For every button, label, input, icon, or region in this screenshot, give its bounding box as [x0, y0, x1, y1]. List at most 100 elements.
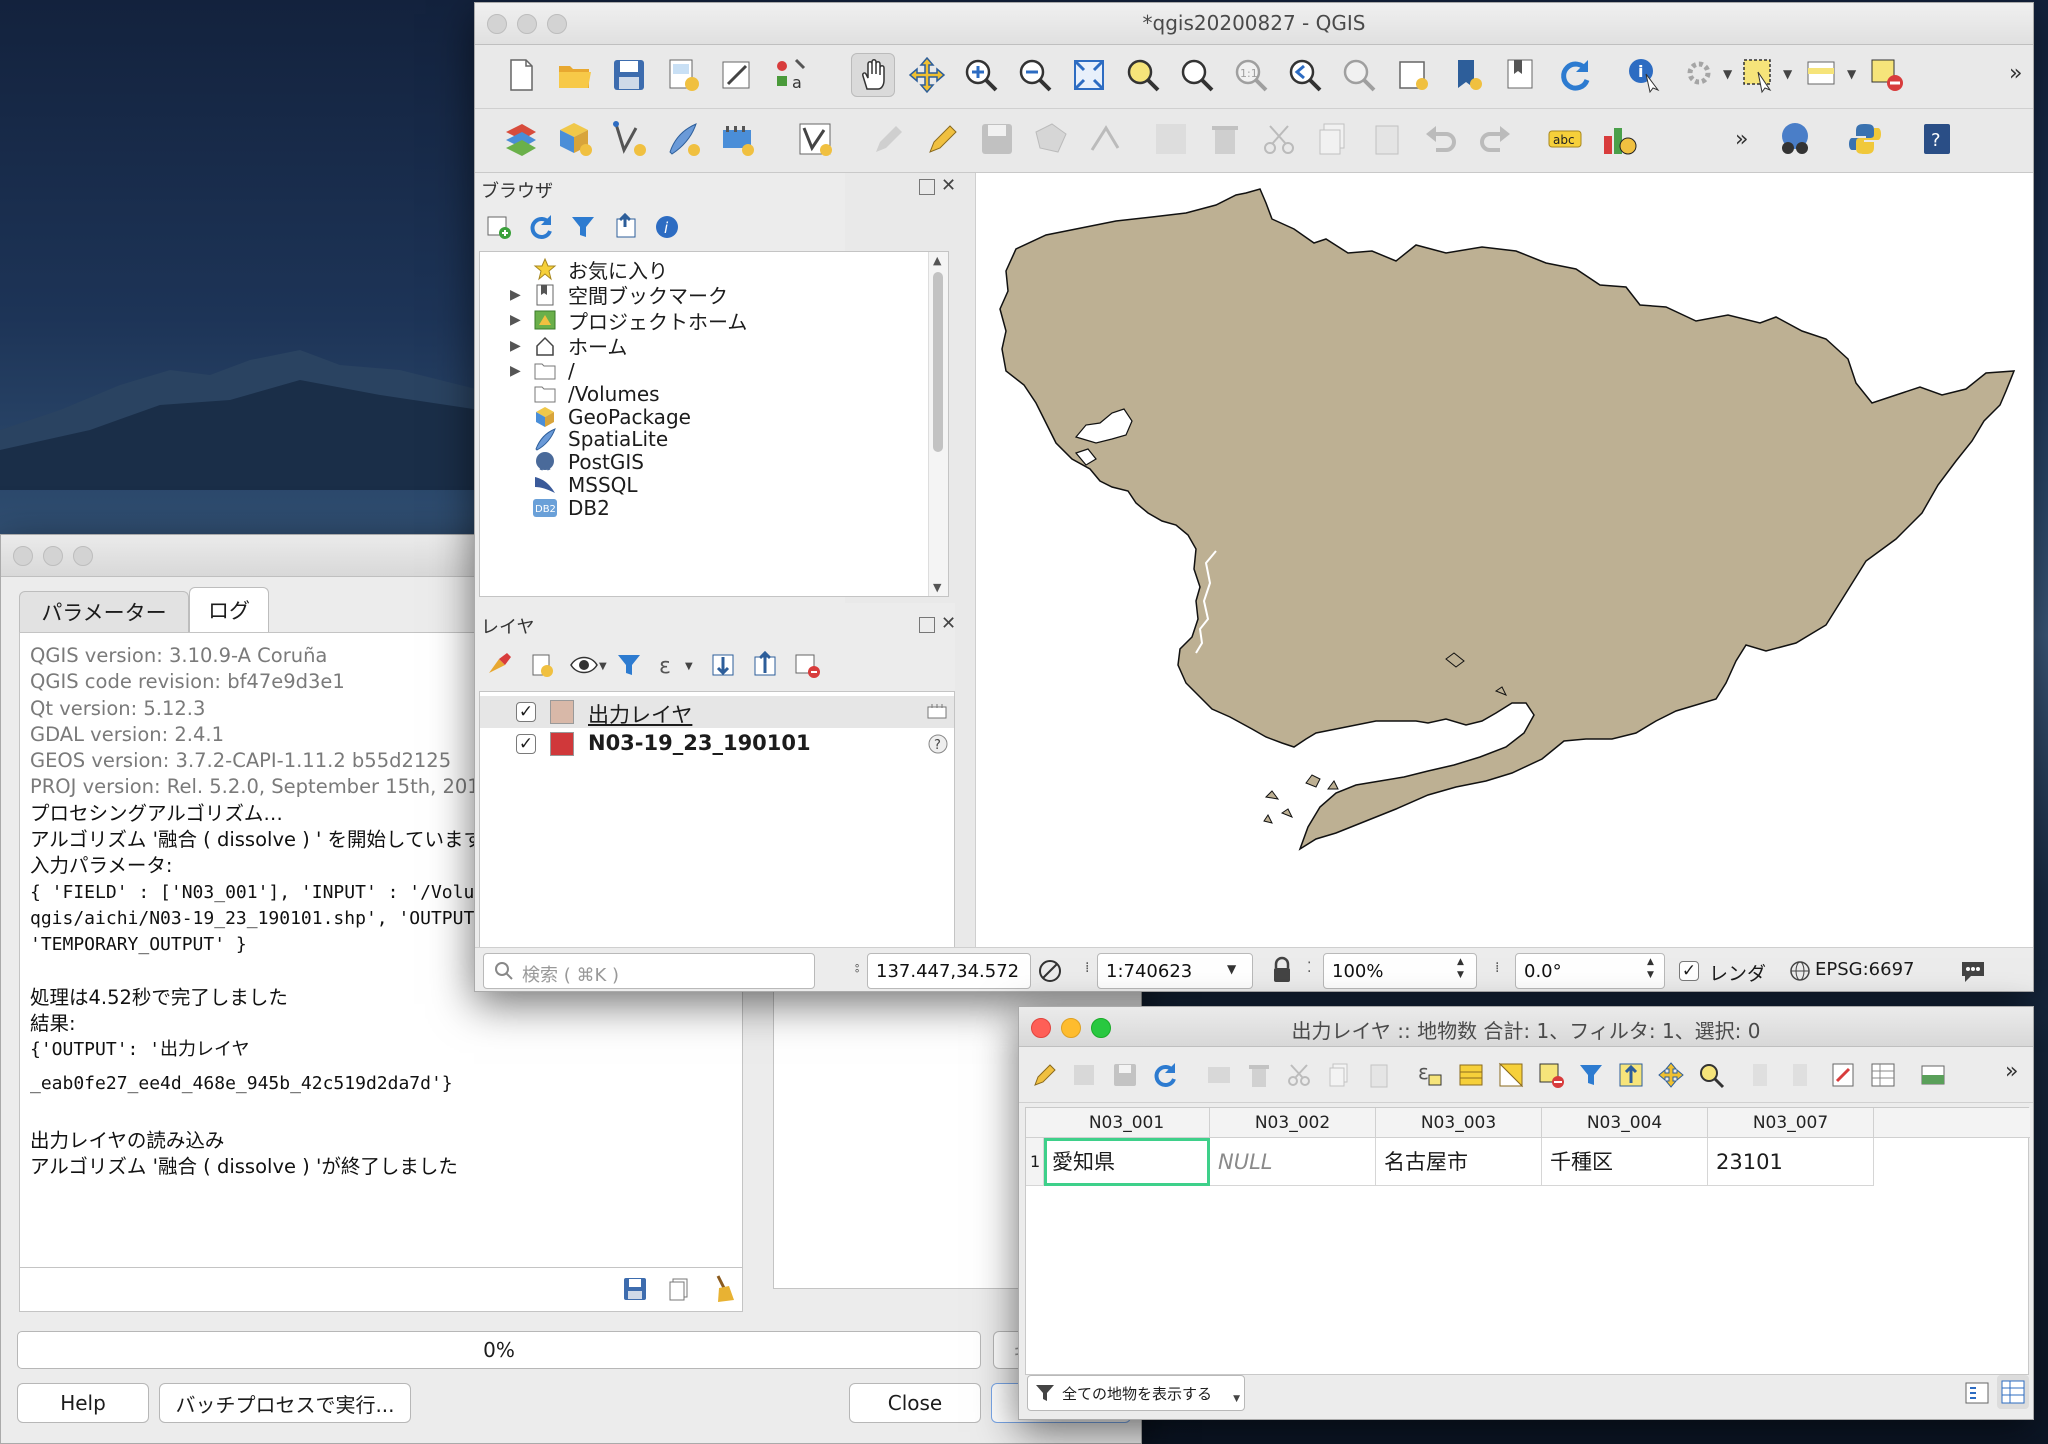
add-feature-icon[interactable]	[1205, 1061, 1233, 1089]
move-selection-top-icon[interactable]	[1617, 1061, 1645, 1089]
chevron-down-icon[interactable]: ▼	[1847, 67, 1856, 81]
expand-arrow-icon[interactable]: ▶	[510, 312, 532, 328]
help-button[interactable]: Help	[17, 1383, 149, 1423]
zoom-next-icon[interactable]	[1337, 53, 1381, 97]
new-geopackage-icon[interactable]	[553, 117, 597, 161]
conditional-formatting-icon[interactable]	[1869, 1061, 1897, 1089]
render-checkbox[interactable]: ✓	[1679, 961, 1699, 981]
save-project-icon[interactable]	[607, 53, 651, 97]
close-button[interactable]: Close	[849, 1383, 981, 1423]
layer-symbol[interactable]	[550, 732, 574, 756]
toggle-editing-icon[interactable]	[1031, 1061, 1059, 1089]
layers-tree[interactable]: ✓ 出力レイヤ ✓ N03-19_23_190101 ?	[479, 691, 955, 949]
undo-icon[interactable]	[1419, 117, 1463, 161]
new-project-icon[interactable]	[499, 53, 543, 97]
new-virtual-layer-icon[interactable]	[793, 117, 837, 161]
layer-visibility-checkbox[interactable]: ✓	[516, 734, 536, 754]
browser-item-db2[interactable]: DB2 DB2	[510, 493, 610, 523]
attribute-table[interactable]: N03_001 N03_002 N03_003 N03_004 N03_007 1 愛知県…	[1025, 1107, 2030, 1375]
new-map-view-icon[interactable]	[1391, 53, 1435, 97]
copy-icon[interactable]	[1325, 1061, 1353, 1089]
coordinate-field[interactable]: 137.447,34.572	[867, 953, 1031, 989]
column-header[interactable]: N03_003	[1376, 1108, 1542, 1138]
crs-label[interactable]: EPSG:6697	[1815, 959, 1914, 980]
toggle-extents-icon[interactable]	[1037, 958, 1063, 984]
refresh-icon[interactable]	[527, 213, 555, 241]
python-console-icon[interactable]	[1843, 117, 1887, 161]
dock-table-icon[interactable]	[1919, 1061, 1947, 1089]
vertex-tool-icon[interactable]	[1083, 117, 1127, 161]
chevron-down-icon[interactable]: ▼	[1227, 962, 1236, 976]
modify-attributes-icon[interactable]	[1149, 117, 1193, 161]
crs-globe-icon[interactable]	[1789, 960, 1811, 982]
refresh-icon[interactable]	[1553, 53, 1597, 97]
lock-scale-icon[interactable]	[1271, 956, 1293, 984]
select-all-icon[interactable]	[1457, 1061, 1485, 1089]
more-tools-icon[interactable]: »	[1735, 127, 1748, 152]
layer-styling-icon[interactable]	[485, 651, 513, 679]
copy-features-icon[interactable]	[1311, 117, 1355, 161]
zoom-out-icon[interactable]	[1013, 53, 1057, 97]
select-features-icon[interactable]	[1737, 53, 1781, 97]
close-panel-icon[interactable]: ✕	[941, 175, 956, 196]
more-tools-icon[interactable]: »	[2005, 1059, 2018, 1084]
collapse-all-icon[interactable]	[611, 213, 639, 241]
table-cell[interactable]: 23101	[1708, 1138, 1874, 1186]
new-shapefile-icon[interactable]	[607, 117, 651, 161]
collapse-all-icon[interactable]	[751, 651, 779, 679]
deselect-all-icon[interactable]	[1537, 1061, 1565, 1089]
expression-filter-icon[interactable]: ε	[655, 651, 683, 679]
table-cell[interactable]: 千種区	[1542, 1138, 1708, 1186]
chevron-down-icon[interactable]: ▼	[599, 661, 607, 672]
layout-manager-icon[interactable]	[715, 53, 759, 97]
zoom-last-icon[interactable]	[1283, 53, 1327, 97]
plugin-metasearch-icon[interactable]	[1773, 117, 1817, 161]
column-header[interactable]: N03_001	[1044, 1108, 1210, 1138]
table-view-icon[interactable]	[1997, 1375, 2029, 1409]
magnifier-spinbox[interactable]: 100%	[1323, 953, 1477, 989]
messages-icon[interactable]	[1959, 958, 1987, 984]
pan-to-selection-icon[interactable]	[905, 53, 949, 97]
table-cell[interactable]: 愛知県	[1044, 1138, 1210, 1186]
chevron-down-icon[interactable]: ▼	[685, 661, 693, 672]
delete-field-icon[interactable]	[1789, 1061, 1817, 1089]
stepper-icon[interactable]: ▲ ▼	[1457, 956, 1464, 982]
rotation-spinbox[interactable]: 0.0°	[1515, 953, 1665, 989]
layer-row[interactable]: ✓ 出力レイヤ	[480, 696, 954, 728]
column-header[interactable]: N03_002	[1210, 1108, 1376, 1138]
table-row[interactable]: 1 愛知県 NULL 名古屋市 千種区 23101	[1026, 1138, 2030, 1186]
run-action-icon[interactable]	[1679, 53, 1723, 97]
layer-row[interactable]: ✓ N03-19_23_190101 ?	[480, 728, 954, 760]
select-by-expression-icon[interactable]: ε	[1415, 1059, 1445, 1089]
expand-arrow-icon[interactable]: ▶	[510, 338, 532, 354]
column-header[interactable]: N03_007	[1708, 1108, 1874, 1138]
pan-map-icon[interactable]	[851, 53, 895, 97]
select-by-value-icon[interactable]	[1801, 53, 1845, 97]
memory-layer-icon[interactable]	[926, 702, 948, 722]
table-cell[interactable]: 名古屋市	[1376, 1138, 1542, 1186]
chevron-down-icon[interactable]: ▼	[1723, 67, 1732, 81]
visibility-icon[interactable]	[569, 653, 599, 677]
expand-all-icon[interactable]	[709, 651, 737, 679]
expand-arrow-icon[interactable]: ▶	[510, 363, 532, 379]
add-selected-layers-icon[interactable]	[485, 213, 513, 241]
chevron-down-icon[interactable]: ▼	[1783, 67, 1792, 81]
map-canvas[interactable]	[975, 173, 2033, 947]
filter-icon[interactable]	[569, 213, 597, 241]
zoom-to-selected-icon[interactable]	[1697, 1061, 1725, 1089]
delete-feature-icon[interactable]	[1245, 1061, 1273, 1089]
expand-arrow-icon[interactable]: ▶	[510, 287, 532, 303]
paste-features-icon[interactable]	[1365, 117, 1409, 161]
open-project-icon[interactable]	[553, 53, 597, 97]
redo-icon[interactable]	[1473, 117, 1517, 161]
layer-diagram-icon[interactable]	[1597, 117, 1641, 161]
field-calculator-icon[interactable]	[1829, 1061, 1857, 1089]
new-field-icon[interactable]	[1749, 1061, 1777, 1089]
data-source-manager-icon[interactable]	[499, 117, 543, 161]
identify-features-icon[interactable]: i	[1623, 53, 1667, 97]
new-temporary-layer-icon[interactable]	[715, 117, 759, 161]
remove-layer-icon[interactable]	[793, 651, 821, 679]
help-icon[interactable]: ?	[1915, 117, 1959, 161]
close-window-button[interactable]	[13, 546, 33, 566]
stepper-icon[interactable]: ▲ ▼	[1647, 956, 1654, 982]
